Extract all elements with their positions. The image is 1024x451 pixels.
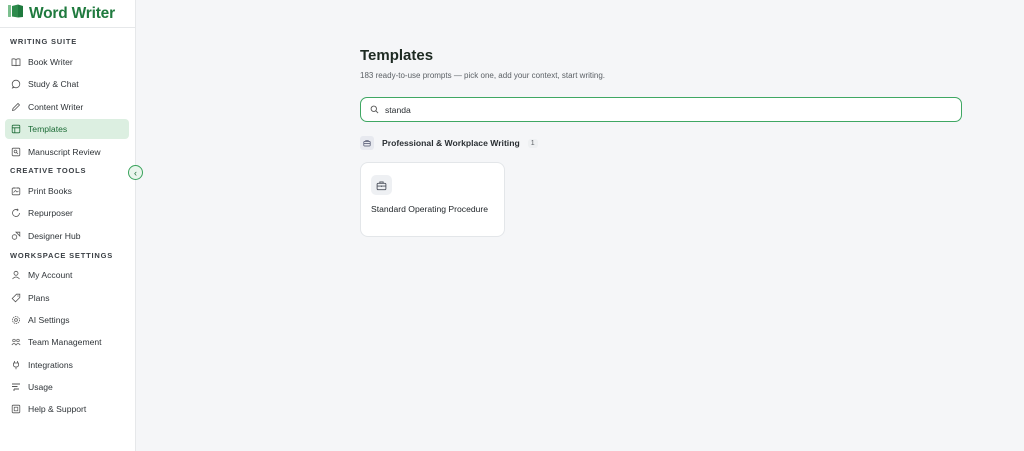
review-icon bbox=[11, 147, 21, 157]
sidebar-item-templates[interactable]: Templates bbox=[5, 119, 129, 140]
sidebar-item-print-books[interactable]: Print Books bbox=[5, 181, 129, 201]
tag-icon bbox=[11, 293, 21, 303]
sidebar-item-label: Print Books bbox=[28, 185, 72, 196]
search-input[interactable] bbox=[385, 104, 945, 115]
sidebar-item-team-management[interactable]: Team Management bbox=[5, 332, 129, 352]
search-icon bbox=[370, 101, 379, 119]
sidebar-item-label: Plans bbox=[28, 292, 50, 303]
sidebar-item-label: Designer Hub bbox=[28, 230, 81, 241]
category-label: Professional & Workplace Writing bbox=[382, 138, 520, 148]
section-title-workspace-settings: WORKSPACE SETTINGS bbox=[10, 250, 114, 260]
template-card[interactable]: Standard Operating Procedure bbox=[360, 162, 505, 237]
page-title: Templates bbox=[360, 47, 434, 64]
page-subtitle: 183 ready-to-use prompts — pick one, add… bbox=[360, 71, 606, 80]
chevron-left-icon: ‹ bbox=[134, 167, 137, 178]
sidebar-item-label: Book Writer bbox=[28, 57, 73, 67]
sidebar-item-label: Study & Chat bbox=[28, 79, 79, 90]
gear-icon bbox=[11, 315, 21, 325]
collapse-sidebar-button[interactable]: ‹ bbox=[128, 165, 143, 180]
sidebar-item-usage[interactable]: Usage bbox=[5, 377, 129, 397]
sidebar-item-label: Repurposer bbox=[28, 208, 73, 219]
sidebar-item-designer-hub[interactable]: Designer Hub bbox=[5, 226, 129, 246]
briefcase-icon bbox=[360, 136, 374, 150]
sidebar: Word Writer WRITING SUITE Book Writer St… bbox=[0, 0, 136, 451]
briefcase-icon bbox=[371, 175, 392, 195]
brand-name: Word Writer bbox=[29, 4, 115, 22]
brand-logo[interactable]: Word Writer bbox=[0, 0, 135, 28]
sidebar-item-ai-settings[interactable]: AI Settings bbox=[5, 310, 129, 330]
sidebar-item-label: AI Settings bbox=[28, 314, 70, 325]
print-icon bbox=[11, 186, 21, 196]
template-card-title: Standard Operating Procedure bbox=[371, 204, 489, 214]
sidebar-item-content-writer[interactable]: Content Writer bbox=[5, 97, 129, 117]
category-count-badge: 1 bbox=[527, 138, 538, 148]
refresh-icon bbox=[11, 208, 21, 218]
category-header: Professional & Workplace Writing 1 bbox=[360, 136, 538, 150]
chat-bubble-icon bbox=[11, 79, 21, 90]
sidebar-item-label: Team Management bbox=[28, 337, 102, 348]
sidebar-item-integrations[interactable]: Integrations bbox=[5, 355, 129, 375]
book-logo-icon bbox=[7, 3, 25, 24]
sidebar-item-study-chat[interactable]: Study & Chat bbox=[5, 74, 129, 94]
sidebar-item-book-writer[interactable]: Book Writer bbox=[5, 52, 129, 72]
sidebar-item-label: My Account bbox=[28, 270, 73, 281]
usage-icon bbox=[11, 382, 21, 392]
sidebar-item-my-account[interactable]: My Account bbox=[5, 265, 129, 285]
user-icon bbox=[11, 270, 21, 280]
sidebar-item-label: Manuscript Review bbox=[28, 146, 101, 157]
pencil-icon bbox=[11, 102, 21, 112]
search-box[interactable] bbox=[360, 97, 962, 122]
help-icon bbox=[11, 404, 21, 414]
sidebar-item-repurposer[interactable]: Repurposer bbox=[5, 203, 129, 223]
sidebar-item-label: Help & Support bbox=[28, 404, 87, 415]
section-title-creative-tools: CREATIVE TOOLS bbox=[10, 166, 87, 176]
shapes-icon bbox=[11, 231, 21, 241]
template-icon bbox=[11, 124, 21, 134]
sidebar-item-manuscript-review[interactable]: Manuscript Review bbox=[5, 142, 129, 162]
book-open-icon bbox=[11, 57, 21, 67]
sidebar-item-label: Content Writer bbox=[28, 101, 84, 112]
section-title-writing-suite: WRITING SUITE bbox=[10, 36, 78, 46]
sidebar-item-label: Integrations bbox=[28, 359, 73, 370]
sidebar-item-plans[interactable]: Plans bbox=[5, 288, 129, 308]
sidebar-item-label: Templates bbox=[28, 124, 68, 135]
plug-icon bbox=[11, 360, 21, 370]
sidebar-item-help-support[interactable]: Help & Support bbox=[5, 399, 129, 419]
team-icon bbox=[11, 337, 21, 347]
sidebar-item-label: Usage bbox=[28, 382, 53, 393]
